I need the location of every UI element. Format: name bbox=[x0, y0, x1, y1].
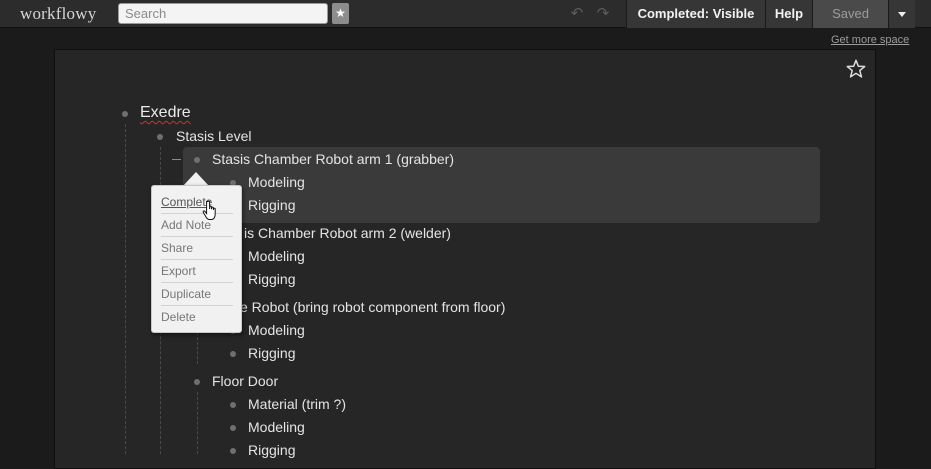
context-menu-arrow bbox=[183, 172, 209, 186]
top-bar: workflowy ★ ↶ ↷ Completed: Visible Help … bbox=[0, 0, 931, 28]
bullet-robot-rigging[interactable] bbox=[230, 351, 236, 357]
bullet-arm1[interactable] bbox=[194, 157, 200, 163]
bullet-root[interactable] bbox=[122, 111, 128, 117]
collapse-handle[interactable] bbox=[172, 159, 181, 160]
undo-icon[interactable]: ↶ bbox=[568, 5, 586, 23]
outline-item-arm1-rigging[interactable]: Rigging bbox=[248, 197, 295, 213]
chevron-down-icon bbox=[898, 12, 906, 18]
outline-item-arm1-modeling[interactable]: Modeling bbox=[248, 174, 305, 190]
bullet-door-rigging[interactable] bbox=[230, 448, 236, 454]
bullet-floor-door[interactable] bbox=[194, 379, 200, 385]
menu-item-export[interactable]: Export bbox=[161, 260, 233, 283]
outline-item-door-modeling[interactable]: Modeling bbox=[248, 419, 305, 435]
outline-item-robot[interactable]: e Robot (bring robot component from floo… bbox=[240, 299, 505, 315]
star-icon[interactable] bbox=[845, 58, 867, 80]
outline-item-robot-modeling[interactable]: Modeling bbox=[248, 322, 305, 338]
menu-item-complete[interactable]: Complete bbox=[161, 191, 233, 214]
search-input[interactable] bbox=[118, 3, 328, 24]
bullet-door-modeling[interactable] bbox=[230, 425, 236, 431]
get-more-space-link[interactable]: Get more space bbox=[831, 34, 909, 46]
indent-guide bbox=[197, 392, 198, 454]
context-menu: Complete Add Note Share Export Duplicate… bbox=[151, 185, 242, 333]
outline-item-stasis-level[interactable]: Stasis Level bbox=[176, 128, 251, 144]
redo-icon[interactable]: ↷ bbox=[594, 5, 612, 23]
indent-guide bbox=[125, 124, 126, 454]
saved-status: Saved bbox=[812, 0, 888, 28]
help-button[interactable]: Help bbox=[765, 0, 812, 28]
settings-dropdown-button[interactable] bbox=[888, 0, 915, 28]
menu-item-add-note[interactable]: Add Note bbox=[161, 214, 233, 237]
menu-item-share[interactable]: Share bbox=[161, 237, 233, 260]
outline-item-arm1[interactable]: Stasis Chamber Robot arm 1 (grabber) bbox=[212, 151, 454, 167]
outline-item-arm2-modeling[interactable]: Modeling bbox=[248, 248, 305, 264]
completed-visible-button[interactable]: Completed: Visible bbox=[626, 0, 765, 28]
app-logo[interactable]: workflowy bbox=[20, 4, 96, 24]
starred-button[interactable]: ★ bbox=[332, 3, 349, 24]
star-icon: ★ bbox=[335, 6, 346, 20]
outline-item-floor-door[interactable]: Floor Door bbox=[212, 373, 278, 389]
hand-pointer-icon bbox=[202, 200, 216, 220]
outline-item-door-rigging[interactable]: Rigging bbox=[248, 442, 295, 458]
outline-item-robot-rigging[interactable]: Rigging bbox=[248, 345, 295, 361]
outline-item-arm2[interactable]: is Chamber Robot arm 2 (welder) bbox=[244, 225, 451, 241]
bullet-door-material[interactable] bbox=[230, 402, 236, 408]
outline-item-root[interactable]: Exedre bbox=[140, 104, 191, 122]
outline-item-door-material[interactable]: Material (trim ?) bbox=[248, 396, 346, 412]
menu-item-duplicate[interactable]: Duplicate bbox=[161, 283, 233, 306]
outline-item-arm2-rigging[interactable]: Rigging bbox=[248, 271, 295, 287]
menu-item-delete[interactable]: Delete bbox=[161, 306, 233, 329]
bullet-level[interactable] bbox=[157, 134, 163, 140]
